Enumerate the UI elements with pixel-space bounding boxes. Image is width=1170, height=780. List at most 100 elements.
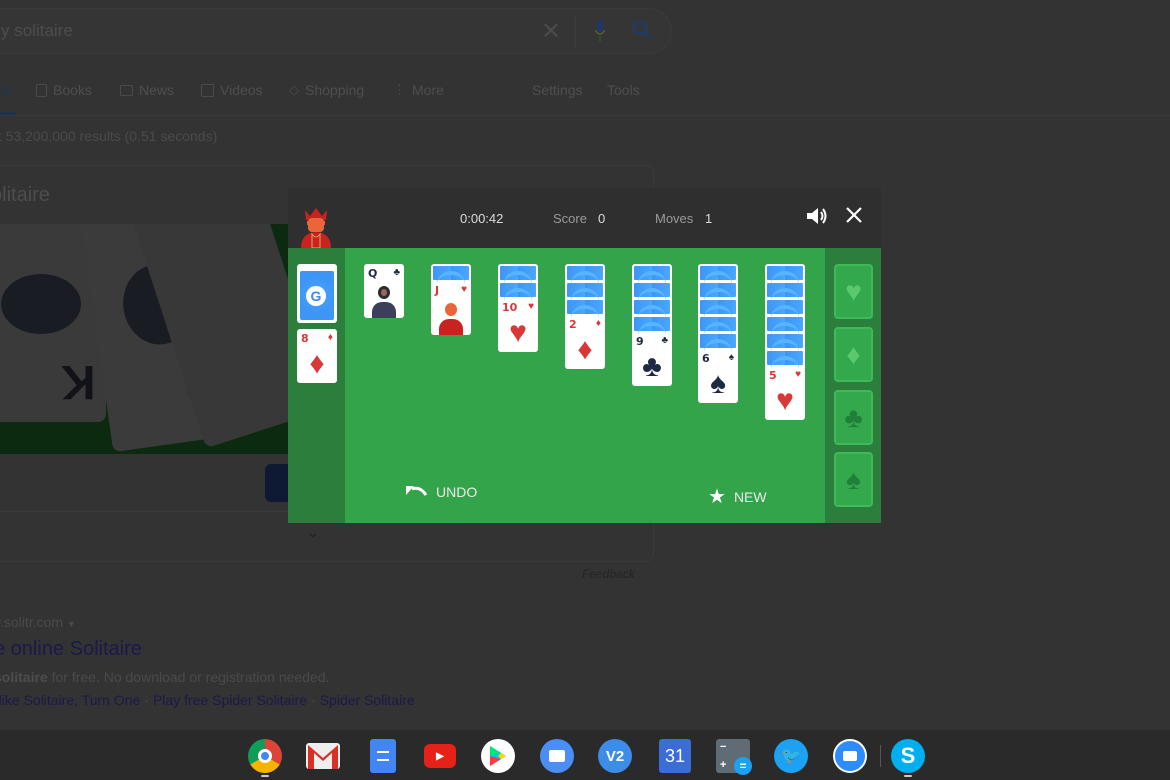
newspaper-icon — [120, 84, 133, 96]
face-down-card — [700, 266, 736, 280]
diamond-icon: ♦ — [846, 338, 861, 370]
card-suit-large-icon: ♣ — [642, 350, 662, 383]
tab-books[interactable]: Books — [36, 82, 92, 98]
twitter-app-icon[interactable]: 🐦 — [774, 739, 808, 773]
search-divider — [575, 17, 576, 47]
face-down-card — [767, 283, 803, 297]
foundation-clubs[interactable]: ♣ — [834, 390, 873, 445]
youtube-app-icon[interactable]: ▶ — [424, 744, 456, 768]
face-down-card — [700, 283, 736, 297]
stock-pile[interactable]: G — [297, 264, 337, 323]
sitelink[interactable]: dike Solitaire, Turn One — [0, 692, 140, 708]
foundation-spades[interactable]: ♠ — [834, 452, 873, 507]
foundation-hearts[interactable]: ♥ — [834, 264, 873, 319]
active-tab-indicator — [0, 112, 16, 115]
microphone-icon[interactable] — [595, 20, 605, 42]
tab-settings[interactable]: Settings — [532, 82, 583, 98]
tableau-pile[interactable]: 10 ♥ ♥ — [498, 264, 538, 352]
result-sitelinks: dike Solitaire, Turn One · Play free Spide… — [0, 692, 415, 708]
score-label: Score — [553, 211, 587, 226]
vnc-viewer-app-icon[interactable]: V2 — [598, 739, 632, 773]
google-logo-icon: G — [306, 286, 326, 306]
search-input[interactable]: y solitaire — [1, 21, 73, 41]
card-rank: 2 — [569, 318, 577, 331]
game-timer: 0:00:42 — [460, 211, 504, 226]
club-icon: ♣ — [844, 401, 863, 433]
card-rank: Q — [368, 267, 378, 280]
face-down-card — [767, 334, 803, 348]
search-result: v.solitr.com ▼ e online Solitaire solita… — [0, 614, 415, 708]
moves-value: 1 — [705, 211, 713, 226]
foundation-column: ♥ ♦ ♣ ♠ — [825, 248, 881, 523]
tab-news[interactable]: News — [120, 82, 174, 98]
face-down-card — [634, 300, 670, 314]
card-rank: J — [435, 284, 440, 297]
result-url[interactable]: v.solitr.com ▼ — [0, 614, 76, 630]
docs-app-icon[interactable] — [370, 739, 396, 773]
chrome-app-icon[interactable] — [248, 739, 282, 773]
search-box[interactable]: y solitaire ✕ — [0, 8, 672, 54]
sitelink[interactable]: Play free Spider Solitaire — [153, 692, 307, 708]
dots-vertical-icon: ⋮ — [393, 82, 406, 97]
play-store-app-icon[interactable] — [481, 739, 515, 773]
tableau-pile[interactable]: 9 ♣ ♣ — [632, 264, 672, 386]
skype-app-icon[interactable]: S — [891, 739, 925, 773]
tab-videos[interactable]: Videos — [201, 82, 263, 98]
tableau-pile[interactable]: 5 ♥ ♥ — [765, 264, 805, 420]
card-suit: ♠ — [728, 352, 734, 363]
card-suit-large-icon: ♥ — [509, 316, 527, 349]
card-suit: ♣ — [661, 335, 668, 346]
moves-label: Moves — [655, 211, 694, 226]
spade-icon: ♠ — [846, 463, 861, 495]
caret-down-icon[interactable]: ▼ — [67, 619, 76, 629]
magnifier-icon[interactable] — [631, 19, 653, 41]
app-running-indicator — [904, 775, 912, 777]
card-rank: 6 — [702, 352, 710, 365]
tableau-pile[interactable]: 2 ♦ ♦ — [565, 264, 605, 369]
card-suit: ♦ — [595, 318, 601, 329]
speaker-icon[interactable] — [806, 206, 828, 226]
face-down-card — [500, 283, 536, 297]
card-suit-large-icon: ♥ — [776, 384, 794, 417]
zoom-app-icon[interactable] — [833, 739, 867, 773]
diamond-icon: ♦ — [309, 347, 325, 380]
gmail-app-icon[interactable] — [306, 743, 340, 769]
calculator-app-icon[interactable]: = − + — [716, 739, 752, 775]
tableau-pile[interactable]: J ♥ — [431, 264, 471, 335]
tab-all[interactable]: All — [0, 82, 12, 98]
face-down-card — [767, 317, 803, 331]
tab-more[interactable]: ⋮ More — [393, 82, 444, 98]
card-rank: 10 — [502, 301, 518, 314]
face-down-card — [567, 266, 603, 280]
tab-shopping[interactable]: ◇ Shopping — [289, 82, 364, 98]
search-tabs: All Books News Videos ◇ Shopping ⋮ More Se… — [0, 80, 1170, 116]
face-down-card — [700, 300, 736, 314]
files-app-icon[interactable] — [540, 739, 574, 773]
stock-column: G 8 ♦ ♦ — [288, 248, 345, 523]
waste-card[interactable]: 8 ♦ ♦ — [297, 329, 337, 383]
face-down-card — [567, 300, 603, 314]
face-down-card — [567, 283, 603, 297]
tableau-pile[interactable]: 6 ♠ ♠ — [698, 264, 738, 403]
card-suit-large-icon: ♠ — [710, 367, 726, 400]
tableau-pile[interactable]: Q ♣ — [364, 264, 404, 318]
calendar-app-icon[interactable]: 31 — [659, 739, 691, 773]
chevron-down-icon[interactable]: ⌄ — [305, 524, 321, 541]
undo-button[interactable]: UNDO — [406, 484, 477, 500]
tab-tools[interactable]: Tools — [607, 82, 640, 98]
face-down-card — [700, 317, 736, 331]
close-icon[interactable]: ✕ — [541, 17, 561, 46]
feedback-link[interactable]: Feedback — [582, 567, 635, 581]
card-rank: 9 — [636, 335, 644, 348]
foundation-diamonds[interactable]: ♦ — [834, 327, 873, 382]
face-down-card — [634, 317, 670, 331]
solitaire-hero-image[interactable]: K Q — [0, 224, 291, 454]
sitelink[interactable]: Spider Solitaire — [320, 692, 415, 708]
card-suit: ♥ — [528, 301, 534, 312]
tag-icon: ◇ — [289, 82, 299, 97]
result-title-link[interactable]: e online Solitaire — [0, 638, 142, 661]
new-game-button[interactable]: ★ NEW — [708, 484, 767, 509]
close-icon[interactable] — [844, 205, 864, 225]
face-down-card — [767, 266, 803, 280]
face-down-card — [500, 266, 536, 280]
